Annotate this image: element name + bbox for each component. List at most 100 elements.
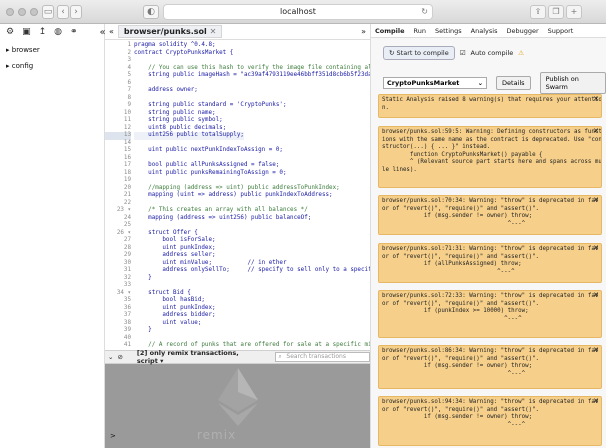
code-line[interactable]: uint public nextPunkIndexToAssign = 0; (134, 147, 283, 155)
code-line[interactable]: bool public allPunksAssigned = false; (134, 162, 279, 170)
code-line[interactable]: address seller; (134, 252, 215, 260)
code-line[interactable]: //mapping (address => uint) public addre… (134, 185, 340, 193)
code-line[interactable]: uint256 public totalSupply; (134, 132, 244, 140)
chevron-down-icon[interactable]: ⌄ (108, 353, 113, 361)
line-number: 8 (127, 94, 131, 101)
close-icon[interactable]: ✕ (593, 346, 599, 355)
tree-item-label: browser (11, 46, 40, 54)
line-number: 35 (123, 297, 131, 303)
code-line[interactable]: // You can use this hash to verify the i… (134, 65, 370, 73)
clear-console-icon[interactable]: ⊘ (117, 353, 122, 361)
code-line[interactable]: struct Bid { (134, 290, 191, 298)
tab-punks-sol[interactable]: browser/punks.sol ✕ (117, 25, 223, 38)
tab-analysis[interactable]: Analysis (471, 27, 498, 35)
share-icon[interactable]: ⇪ (530, 5, 546, 19)
line-number: 13 (105, 132, 131, 140)
maximize-window-button[interactable] (30, 8, 38, 16)
reload-icon[interactable]: ↻ (421, 5, 428, 19)
code-area[interactable]: 1 pragma solidity ^0.4.8; 2 contract Crypto… (105, 42, 370, 350)
code-line[interactable]: address bidder; (134, 312, 215, 320)
auto-compile-checkbox[interactable]: ☑ (460, 49, 466, 57)
code-line[interactable]: bool hasBid; (134, 297, 205, 305)
code-line[interactable]: string public name; (134, 110, 215, 118)
warning-message: browser/punks.sol:70:34: Warning: "throw… (378, 195, 602, 235)
address-bar[interactable]: localhost ↻ (163, 4, 433, 20)
line-number: 31 (123, 267, 131, 273)
code-line[interactable]: uint minValue; // in ether (134, 260, 286, 268)
tab-compile[interactable]: Compile (375, 27, 405, 35)
tabs-overview-icon[interactable]: ❐ (548, 5, 564, 19)
transaction-filter-select[interactable]: [2] only remix transactions, script ▾ (137, 350, 260, 365)
close-icon[interactable]: ✕ (593, 244, 599, 253)
close-icon[interactable]: ✕ (593, 291, 599, 300)
code-line[interactable]: } (134, 275, 152, 283)
close-icon[interactable]: ✕ (593, 95, 599, 104)
sidebar-toggle-icon[interactable]: ▭ (42, 5, 54, 19)
tree-item-browser[interactable]: ▸ browser (6, 46, 40, 54)
link-icon[interactable]: ⚭ (70, 27, 78, 37)
tab-run[interactable]: Run (414, 27, 426, 35)
line-number: 10 (123, 109, 131, 116)
warning-message: browser/punks.sol:94:34: Warning: "throw… (378, 396, 602, 446)
code-line[interactable]: string public imageHash = "ac39af4793119… (134, 72, 370, 80)
collapse-left-icon[interactable]: « (109, 27, 114, 36)
collapse-right-icon[interactable]: » (361, 27, 366, 36)
line-number: 5 (127, 72, 131, 78)
code-line[interactable]: uint public punksRemainingToAssign = 0; (134, 170, 286, 178)
code-line[interactable]: struct Offer { (134, 230, 198, 238)
close-tab-icon[interactable]: ✕ (210, 27, 217, 36)
code-line[interactable]: uint punkIndex; (134, 305, 215, 313)
code-line[interactable]: contract CryptoPunksMarket { (134, 50, 233, 58)
tab-support[interactable]: Support (548, 27, 574, 35)
close-icon[interactable]: ✕ (593, 196, 599, 205)
file-explorer: ⚙ ▣ ↥ ◍ ⚭ « ▸ browser ▸ config (0, 24, 106, 448)
publish-icon[interactable]: ↥ (39, 27, 47, 37)
tab-debugger[interactable]: Debugger (506, 27, 538, 35)
contract-select[interactable]: CryptoPunksMarket ⌄ (383, 77, 488, 89)
line-number: 14 (123, 139, 131, 146)
github-icon[interactable]: ◍ (54, 27, 62, 37)
line-number: 9 (127, 102, 131, 108)
line-number: 30 (123, 259, 131, 266)
settings-icon[interactable]: ⚙ (6, 27, 14, 37)
code-line[interactable]: string public standard = 'CryptoPunks'; (134, 102, 286, 110)
details-button[interactable]: Details (496, 76, 531, 90)
code-line[interactable]: pragma solidity ^0.4.8; (134, 42, 216, 50)
new-tab-icon[interactable]: + (566, 5, 582, 19)
line-number: 20 (123, 184, 131, 191)
code-line[interactable]: mapping (address => uint256) public bala… (134, 215, 311, 223)
close-icon[interactable]: ✕ (593, 397, 599, 406)
app-window: ▭ ‹ › ◐ localhost ↻ ⇪ ❐ + ⚙ ▣ ↥ ◍ ⚭ « ▸ … (0, 0, 606, 448)
line-number: 1 (127, 42, 131, 48)
minimize-window-button[interactable] (18, 8, 26, 16)
tab-settings[interactable]: Settings (435, 27, 462, 35)
tree-item-config[interactable]: ▸ config (6, 62, 33, 70)
line-number: 33 (123, 282, 131, 288)
code-line[interactable]: uint8 public decimals; (134, 125, 226, 133)
code-line[interactable]: address owner; (134, 87, 198, 95)
code-line[interactable]: address onlySellTo; // specify to sell o… (134, 267, 370, 275)
start-compile-button[interactable]: ↻ Start to compile (383, 46, 455, 60)
shield-icon[interactable]: ◐ (143, 5, 159, 19)
line-number: 12 (123, 124, 131, 131)
code-line[interactable]: /* This creates an array with all balanc… (134, 207, 308, 215)
back-icon[interactable]: ‹ (57, 5, 69, 19)
warning-text: browser/punks.sol:71:31: Warning: "throw… (382, 246, 599, 275)
line-number: 7 (127, 87, 131, 93)
code-line[interactable]: uint punkIndex; (134, 245, 215, 253)
forward-icon[interactable]: › (70, 5, 82, 19)
search-transactions-input[interactable]: ⌕ Search transactions (275, 352, 370, 362)
close-window-button[interactable] (6, 8, 14, 16)
warning-text: browser/punks.sol:70:34: Warning: "throw… (382, 198, 599, 227)
code-line[interactable]: mapping (uint => address) public punkInd… (134, 192, 332, 200)
code-line[interactable]: bool isForSale; (134, 237, 215, 245)
code-line[interactable]: uint value; (134, 320, 201, 328)
folder-icon[interactable]: ▣ (22, 27, 31, 37)
close-icon[interactable]: ✕ (593, 127, 599, 136)
code-line[interactable]: // A record of punks that are offered fo… (134, 342, 370, 350)
publish-swarm-button[interactable]: Publish on Swarm (539, 72, 606, 94)
code-line[interactable]: } (134, 327, 152, 335)
line-number: 26 ▾ (116, 229, 131, 236)
code-line[interactable]: string public symbol; (134, 117, 223, 125)
terminal-prompt[interactable]: > (110, 432, 116, 440)
